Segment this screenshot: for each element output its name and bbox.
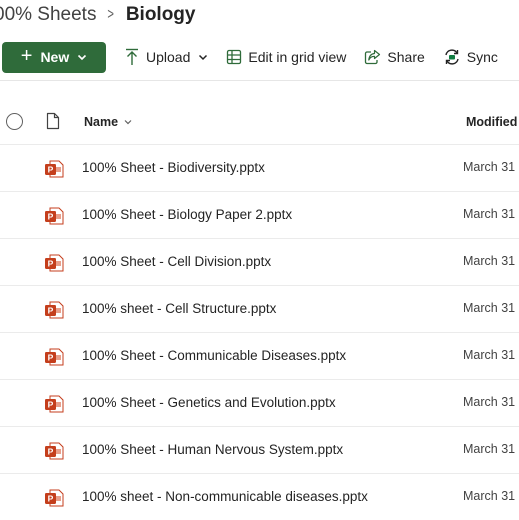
select-all-checkbox[interactable] xyxy=(6,113,23,130)
grid-icon xyxy=(227,49,242,65)
pptx-icon: P xyxy=(45,207,64,225)
upload-icon xyxy=(126,48,138,65)
pptx-icon: P xyxy=(45,348,64,366)
pptx-icon: P xyxy=(45,254,64,272)
svg-text:P: P xyxy=(48,494,54,504)
file-row[interactable]: P 100% sheet - Non-communicable diseases… xyxy=(0,473,519,520)
file-row[interactable]: P 100% Sheet - Human Nervous System.pptx… xyxy=(0,426,519,473)
file-name[interactable]: 100% Sheet - Biodiversity.pptx xyxy=(82,160,265,175)
file-modified: March 31 xyxy=(463,254,516,268)
modified-column-header[interactable]: Modified xyxy=(466,115,517,129)
upload-button[interactable]: Upload xyxy=(124,48,208,66)
file-modified: March 31 xyxy=(463,395,516,409)
new-button[interactable]: + New xyxy=(2,41,106,73)
edit-in-grid-view-button[interactable]: Edit in grid view xyxy=(226,49,346,65)
file-row[interactable]: P 100% Sheet - Communicable Diseases.ppt… xyxy=(0,332,519,379)
file-name[interactable]: 100% sheet - Non-communicable diseases.p… xyxy=(82,489,368,504)
file-name[interactable]: 100% sheet - Cell Structure.pptx xyxy=(82,301,276,316)
command-bar: + New Upload Edit in grid view Share Syn… xyxy=(0,41,519,73)
svg-text:P: P xyxy=(48,353,54,363)
file-modified: March 31 xyxy=(463,160,516,174)
file-name[interactable]: 100% Sheet - Human Nervous System.pptx xyxy=(82,442,343,457)
svg-text:P: P xyxy=(48,259,54,269)
svg-text:P: P xyxy=(48,165,54,175)
file-name[interactable]: 100% Sheet - Communicable Diseases.pptx xyxy=(82,348,346,363)
file-row[interactable]: P 100% Sheet - Genetics and Evolution.pp… xyxy=(0,379,519,426)
file-type-column-icon[interactable] xyxy=(46,112,60,130)
breadcrumb: 00% Sheets > Biology xyxy=(0,0,195,30)
svg-text:P: P xyxy=(48,212,54,222)
new-button-label: New xyxy=(40,49,70,65)
file-name[interactable]: 100% Sheet - Cell Division.pptx xyxy=(82,254,271,269)
svg-text:P: P xyxy=(48,400,54,410)
sync-icon xyxy=(445,49,459,65)
pptx-icon: P xyxy=(45,160,64,178)
svg-text:P: P xyxy=(48,306,54,316)
pptx-icon: P xyxy=(45,301,64,319)
file-row[interactable]: P 100% Sheet - Biology Paper 2.pptx Marc… xyxy=(0,191,519,238)
chevron-down-icon xyxy=(124,120,132,125)
file-modified: March 31 xyxy=(463,489,516,503)
upload-button-label: Upload xyxy=(146,49,191,65)
pptx-icon: P xyxy=(45,395,64,413)
file-name[interactable]: 100% Sheet - Genetics and Evolution.pptx xyxy=(82,395,336,410)
file-name[interactable]: 100% Sheet - Biology Paper 2.pptx xyxy=(82,207,292,222)
edit-in-grid-view-label: Edit in grid view xyxy=(248,49,347,65)
divider xyxy=(0,80,519,81)
file-row[interactable]: P 100% Sheet - Cell Division.pptx March … xyxy=(0,238,519,285)
file-row[interactable]: P 100% sheet - Cell Structure.pptx March… xyxy=(0,285,519,332)
breadcrumb-separator: > xyxy=(107,6,115,23)
file-modified: March 31 xyxy=(463,348,516,362)
file-modified: March 31 xyxy=(463,301,516,315)
plus-icon: + xyxy=(20,45,33,67)
file-row[interactable]: P 100% Sheet - Biodiversity.pptx March 3… xyxy=(0,144,519,191)
share-icon xyxy=(365,49,381,65)
name-column-header[interactable]: Name xyxy=(84,115,132,129)
sync-button[interactable]: Sync xyxy=(443,49,498,65)
share-button-label: Share xyxy=(387,49,425,65)
svg-text:P: P xyxy=(48,447,54,457)
name-column-label: Name xyxy=(84,115,119,129)
breadcrumb-current: Biology xyxy=(125,4,196,25)
chevron-down-icon xyxy=(78,54,87,61)
breadcrumb-parent[interactable]: 00% Sheets xyxy=(0,4,96,26)
pptx-icon: P xyxy=(45,442,64,460)
file-modified: March 31 xyxy=(463,442,516,456)
file-modified: March 31 xyxy=(463,207,516,221)
file-list: P 100% Sheet - Biodiversity.pptx March 3… xyxy=(0,144,519,520)
column-header-row: Name Modified xyxy=(0,104,519,140)
chevron-down-icon xyxy=(199,54,208,61)
pptx-icon: P xyxy=(45,489,64,507)
sync-button-label: Sync xyxy=(466,49,498,65)
share-button[interactable]: Share xyxy=(364,49,425,65)
